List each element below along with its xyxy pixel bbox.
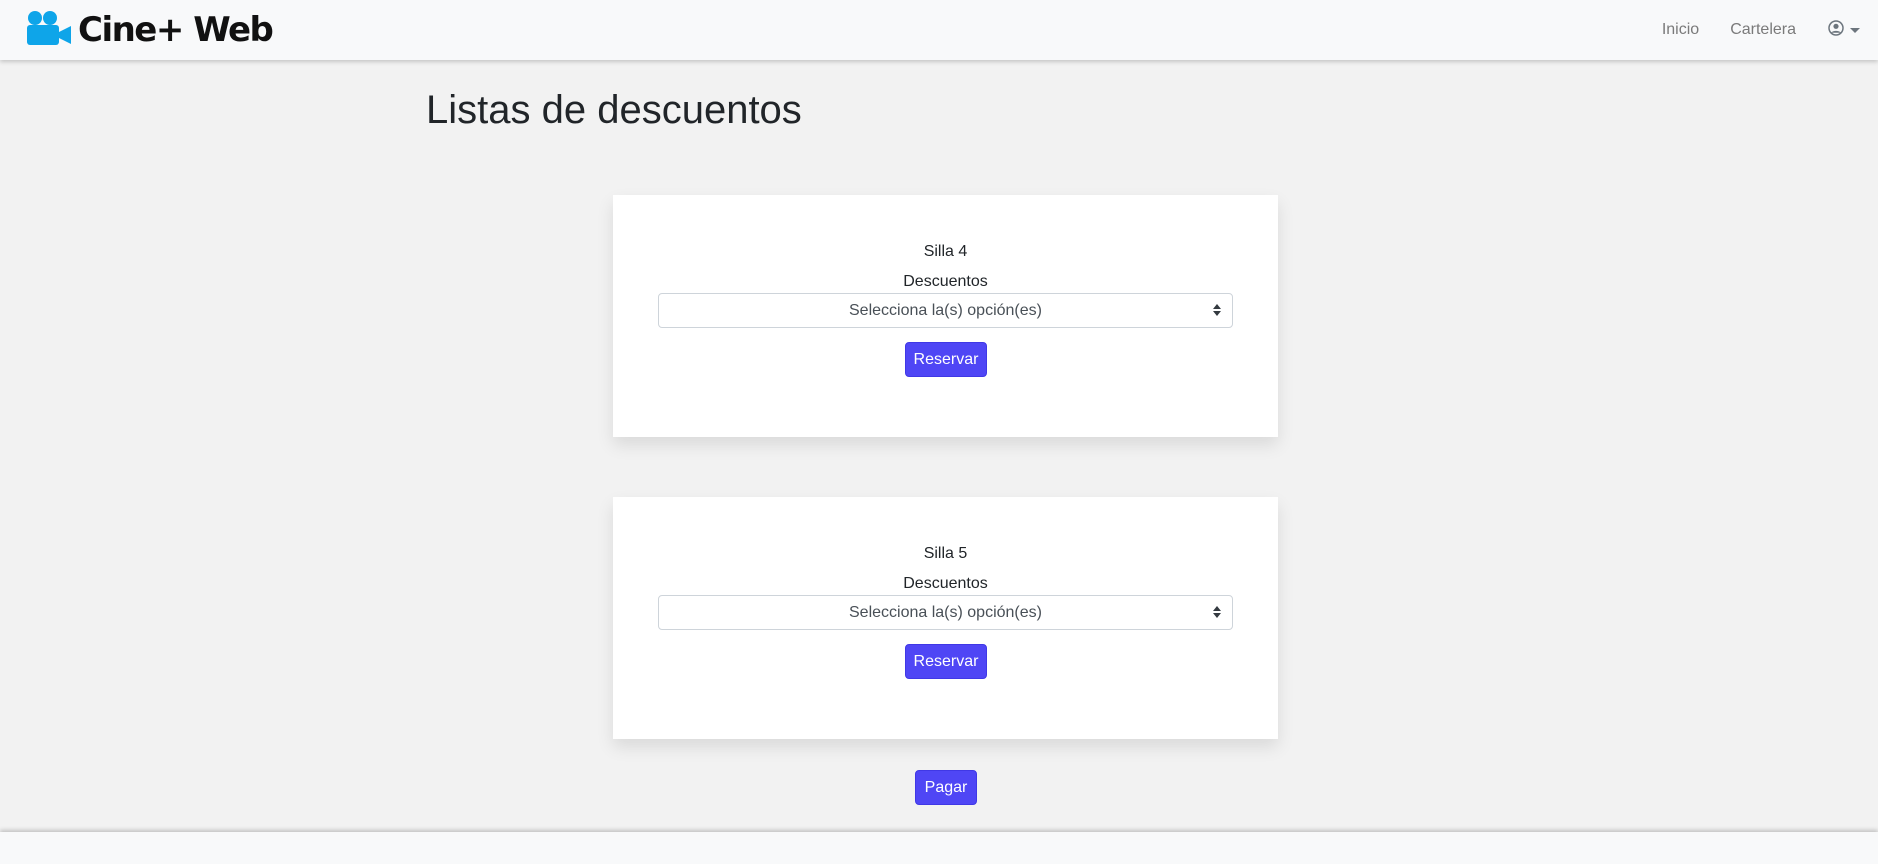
nav-links: Inicio Cartelera — [1631, 0, 1860, 60]
reserve-button[interactable]: Reservar — [905, 644, 987, 679]
reserve-button[interactable]: Reservar — [905, 342, 987, 377]
seat-label: Silla 5 — [923, 545, 968, 562]
seat-card: Silla 4 Descuentos Selecciona la(s) opci… — [613, 195, 1278, 437]
discounts-label: Descuentos — [903, 575, 988, 592]
seat-card: Silla 5 Descuentos Selecciona la(s) opci… — [613, 497, 1278, 739]
discounts-label: Descuentos — [903, 273, 988, 290]
chevron-down-icon — [1850, 27, 1860, 33]
sort-arrows-icon — [1213, 304, 1221, 316]
brand-link[interactable]: Cine+ Web — [26, 8, 274, 52]
video-camera-icon — [26, 10, 72, 51]
footer — [0, 832, 1878, 864]
brand-name: Cine+ Web — [78, 10, 274, 50]
user-circle-icon — [1828, 19, 1844, 41]
navbar: Cine+ Web Inicio Cartelera — [0, 0, 1878, 60]
pay-button[interactable]: Pagar — [915, 770, 977, 805]
page-title: Listas de descuentos — [426, 88, 802, 132]
select-placeholder: Selecciona la(s) opción(es) — [849, 301, 1042, 319]
discounts-select[interactable]: Selecciona la(s) opción(es) — [658, 293, 1233, 328]
discounts-select[interactable]: Selecciona la(s) opción(es) — [658, 595, 1233, 630]
seat-label: Silla 4 — [923, 243, 968, 260]
select-placeholder: Selecciona la(s) opción(es) — [849, 603, 1042, 621]
sort-arrows-icon — [1213, 606, 1221, 618]
nav-link-inicio[interactable]: Inicio — [1662, 21, 1699, 39]
user-menu-toggle[interactable] — [1828, 19, 1860, 41]
nav-link-cartelera[interactable]: Cartelera — [1730, 21, 1796, 39]
